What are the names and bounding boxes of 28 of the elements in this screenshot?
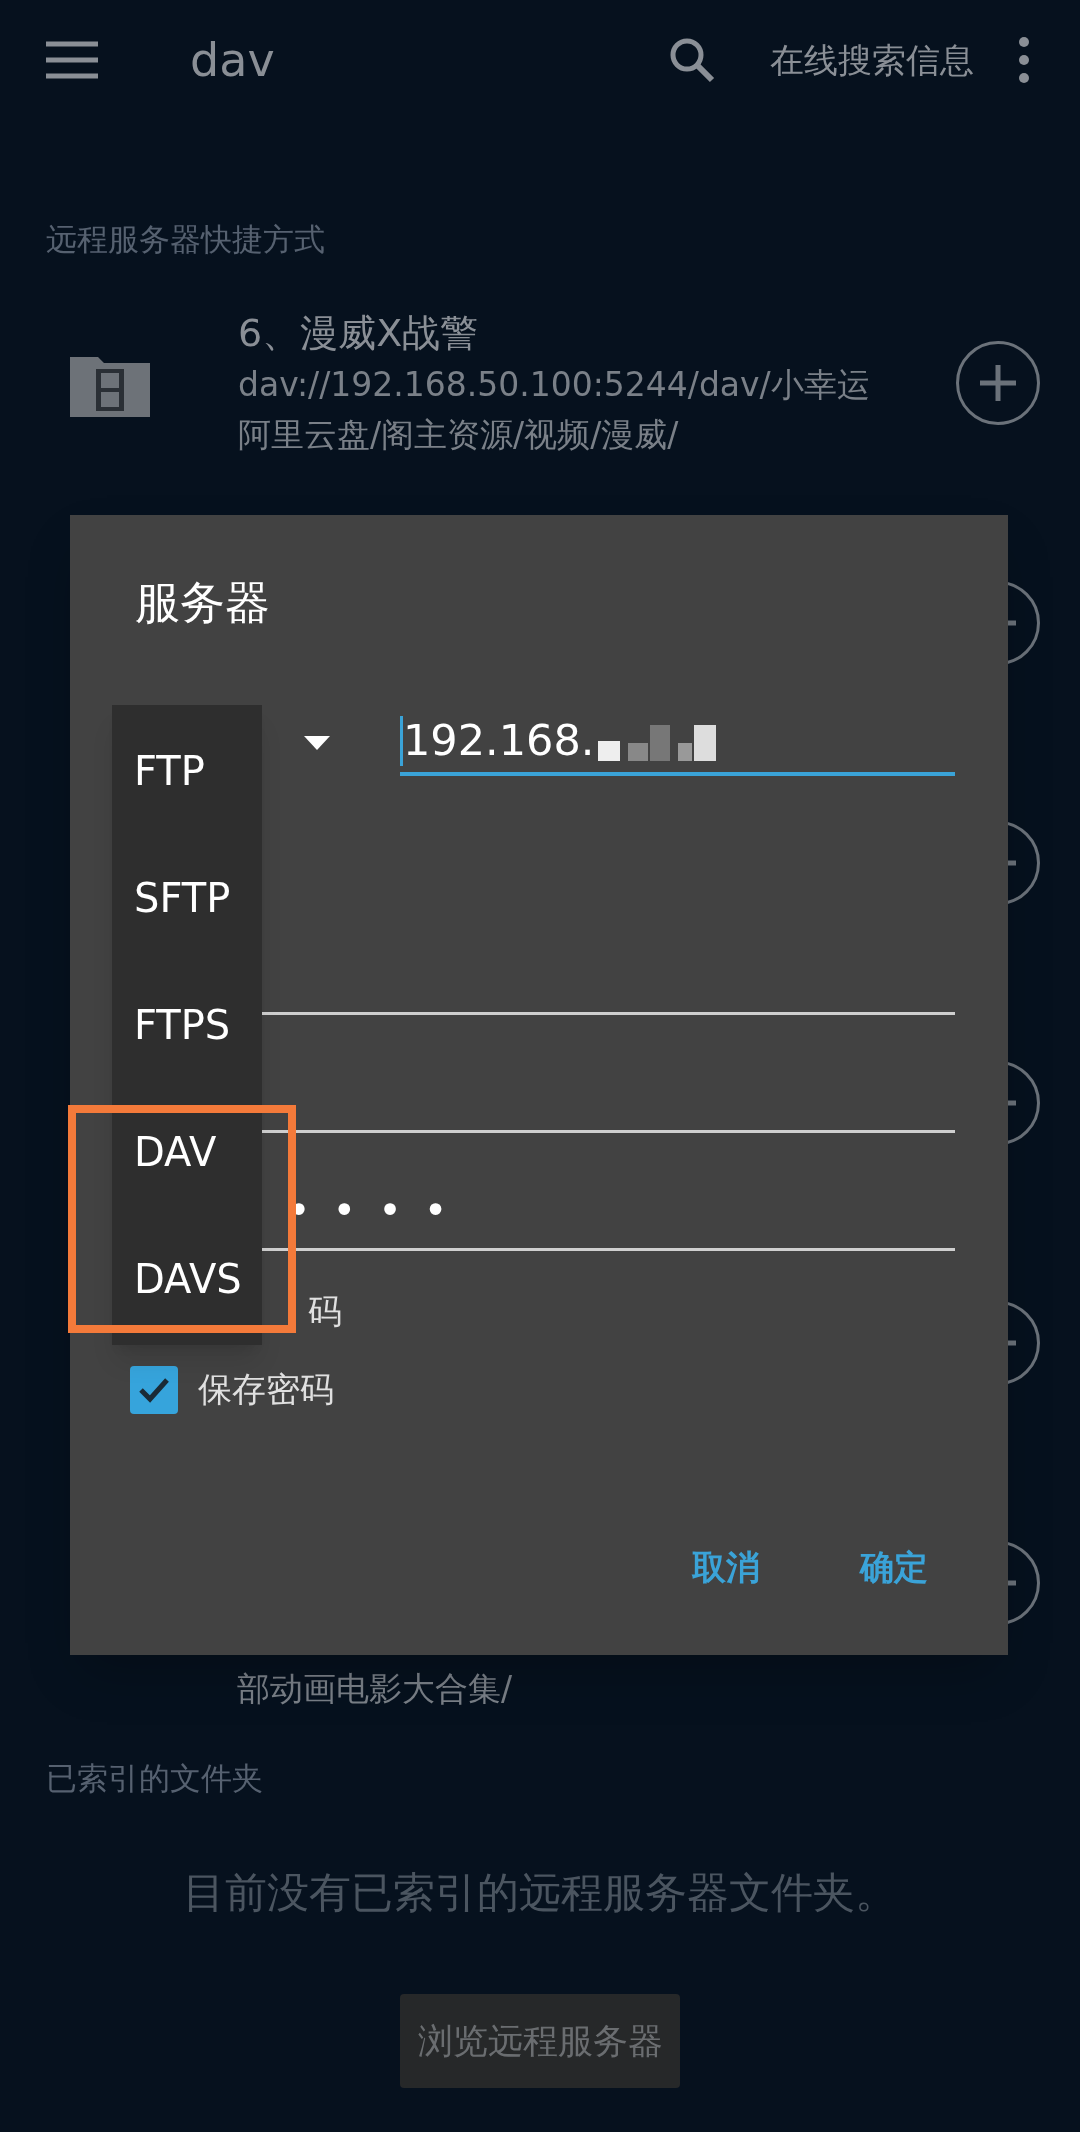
menu-item[interactable]: DAV [112, 1088, 262, 1215]
menu-icon [46, 41, 98, 79]
checkbox-label: 保存密码 [198, 1368, 334, 1411]
shortcut-title: 6、漫威X战警 [238, 309, 480, 357]
more-icon [1019, 37, 1029, 83]
menu-item[interactable]: DAVS [112, 1215, 262, 1342]
shortcut-path: 部动画电影大合集/ [237, 1667, 513, 1710]
menu-item[interactable]: SFTP [112, 834, 262, 961]
app-title: dav [190, 31, 275, 89]
dialog-title: 服务器 [135, 576, 270, 629]
menu-item[interactable]: FTP [112, 707, 262, 834]
host-field[interactable]: 192.168. [400, 709, 955, 776]
section-heading: 已索引的文件夹 [46, 1759, 263, 1796]
menu-item[interactable]: FTPS [112, 961, 262, 1088]
add-button[interactable] [956, 340, 1040, 425]
checkbox[interactable] [130, 1365, 178, 1414]
check-icon [138, 1376, 170, 1403]
section-heading: 远程服务器快捷方式 [46, 221, 325, 257]
cancel-button[interactable]: 取消 [692, 1542, 760, 1593]
empty-message: 目前没有已索引的远程服务器文件夹。 [183, 1867, 897, 1919]
dropdown-caret-icon [304, 735, 330, 750]
text-field[interactable] [262, 1011, 955, 1015]
checkbox-label: 码 [308, 1290, 342, 1333]
shortcut-path: 阿里云盘/阁主资源/视频/漫威/ [238, 413, 680, 456]
shortcut-path: dav://192.168.50.100:5244/dav/小幸运 [238, 363, 871, 406]
ok-button[interactable]: 确定 [860, 1542, 928, 1593]
online-search-button[interactable]: 在线搜索信息 [770, 34, 974, 86]
search-icon [668, 36, 716, 84]
